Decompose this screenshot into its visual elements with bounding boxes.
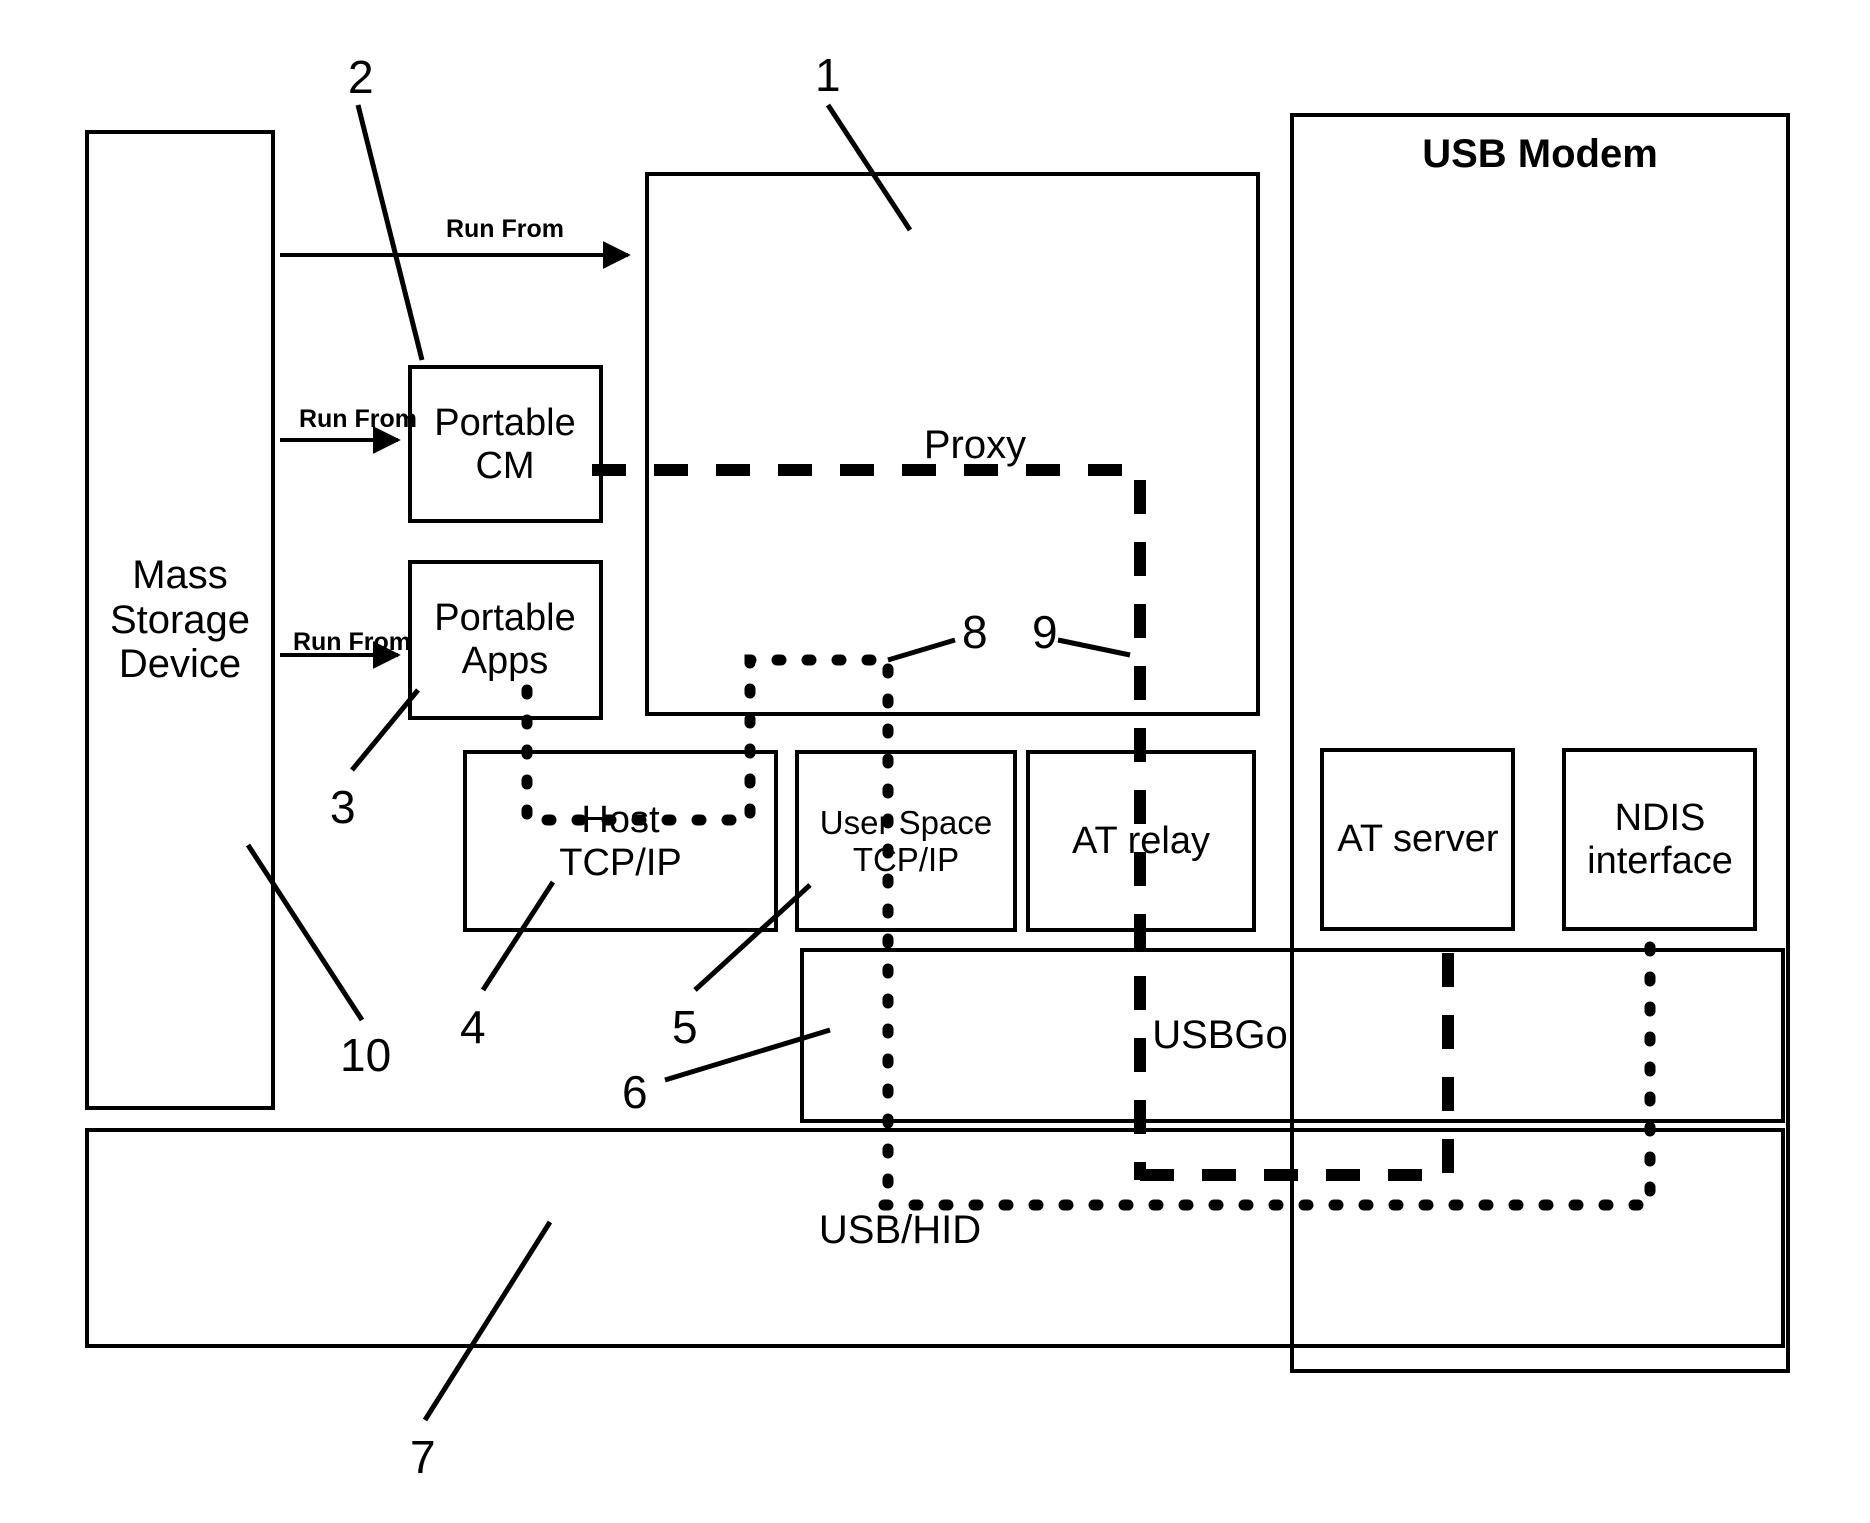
label-host-tcpip: Host TCP/IP: [559, 799, 682, 884]
label-portable-apps: Portable Apps: [434, 597, 576, 682]
callout-number-4: 4: [460, 1001, 486, 1053]
label-portable-cm: Portable CM: [434, 402, 576, 487]
label-user-space-tcpip: User Space TCP/IP: [819, 804, 993, 878]
label-ndis-interface: NDIS interface: [1587, 796, 1733, 882]
leader-line-2: [355, 104, 425, 361]
callout-number-2: 2: [348, 51, 374, 103]
label-usbgo: USBGo: [1152, 1012, 1288, 1057]
label-mass-storage-device: Mass Storage Device: [109, 552, 251, 687]
callout-number-5: 5: [672, 1001, 698, 1053]
dotted-apps-host-path: [521, 654, 894, 1211]
label-usb-hid: USB/HID: [818, 1207, 982, 1252]
diagram-canvas: Mass Storage Device USB Modem Portable C…: [0, 0, 1870, 1523]
label-proxy: Proxy: [923, 423, 1027, 467]
callout-number-8: 8: [962, 606, 988, 658]
callout-number-7: 7: [410, 1431, 436, 1483]
label-run-from-top: Run From: [445, 215, 565, 243]
callout-number-1: 1: [815, 49, 841, 101]
label-at-server: AT server: [1337, 818, 1499, 861]
label-run-from-middle: Run From: [298, 405, 418, 433]
callout-number-9: 9: [1032, 606, 1058, 658]
label-run-from-bottom: Run From: [292, 628, 412, 656]
callout-number-10: 10: [340, 1029, 392, 1081]
label-usb-modem: USB Modem: [1422, 132, 1658, 176]
label-at-relay: AT relay: [1072, 819, 1210, 862]
callout-number-6: 6: [622, 1066, 648, 1118]
callout-number-3: 3: [330, 781, 356, 833]
